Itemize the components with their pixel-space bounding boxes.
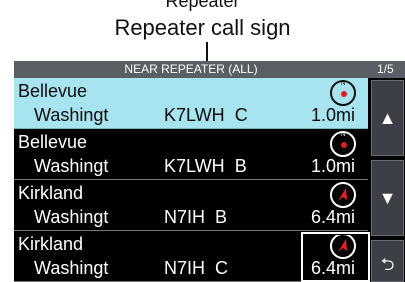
repeater-distance: 1.0mi <box>311 156 356 176</box>
scroll-button-panel: ▲ ▼ ⮌ <box>370 78 405 282</box>
at-location-icon: N <box>330 131 356 157</box>
repeater-row[interactable]: Bellevue Washingt K7LWH C 1.0mi N <box>14 78 368 129</box>
title-bar: NEAR REPEATER (ALL) 1/5 <box>14 61 405 78</box>
triangle-down-icon: ▼ <box>378 188 397 208</box>
at-location-icon: N <box>330 80 356 106</box>
repeater-callsign: K7LWH B <box>164 156 247 176</box>
repeater-row[interactable]: Bellevue Washingt K7LWH B 1.0mi N <box>14 129 368 180</box>
callout-label: Repeater call sign <box>114 15 291 40</box>
repeater-callsign: N7IH C <box>164 258 229 278</box>
repeater-name: Kirkland <box>18 183 84 203</box>
repeater-callsign: K7LWH C <box>164 105 248 125</box>
repeater-name: Bellevue <box>18 81 88 101</box>
repeater-state: Washingt <box>34 258 109 278</box>
repeater-callsign: N7IH B <box>164 207 228 227</box>
repeater-name: Kirkland <box>18 234 84 254</box>
indicator-highlight-box <box>301 232 370 282</box>
repeater-state: Washingt <box>34 156 109 176</box>
repeater-distance: 6.4mi <box>311 207 356 227</box>
callout-label-partial: Repeater <box>165 0 240 11</box>
direction-arrow-icon <box>330 182 356 208</box>
repeater-name: Bellevue <box>18 132 88 152</box>
back-button[interactable]: ⮌ <box>371 240 404 282</box>
repeater-row[interactable]: Kirkland Washingt N7IH B 6.4mi <box>14 180 368 231</box>
repeater-state: Washingt <box>34 105 109 125</box>
scroll-down-button[interactable]: ▼ <box>371 160 404 236</box>
repeater-distance: 1.0mi <box>311 105 356 125</box>
page-indicator: 1/5 <box>377 62 394 76</box>
scroll-up-button[interactable]: ▲ <box>371 80 404 156</box>
repeater-state: Washingt <box>34 207 109 227</box>
return-arrow-icon: ⮌ <box>380 255 395 274</box>
screen-title: NEAR REPEATER (ALL) <box>124 62 258 76</box>
triangle-up-icon: ▲ <box>378 108 397 128</box>
